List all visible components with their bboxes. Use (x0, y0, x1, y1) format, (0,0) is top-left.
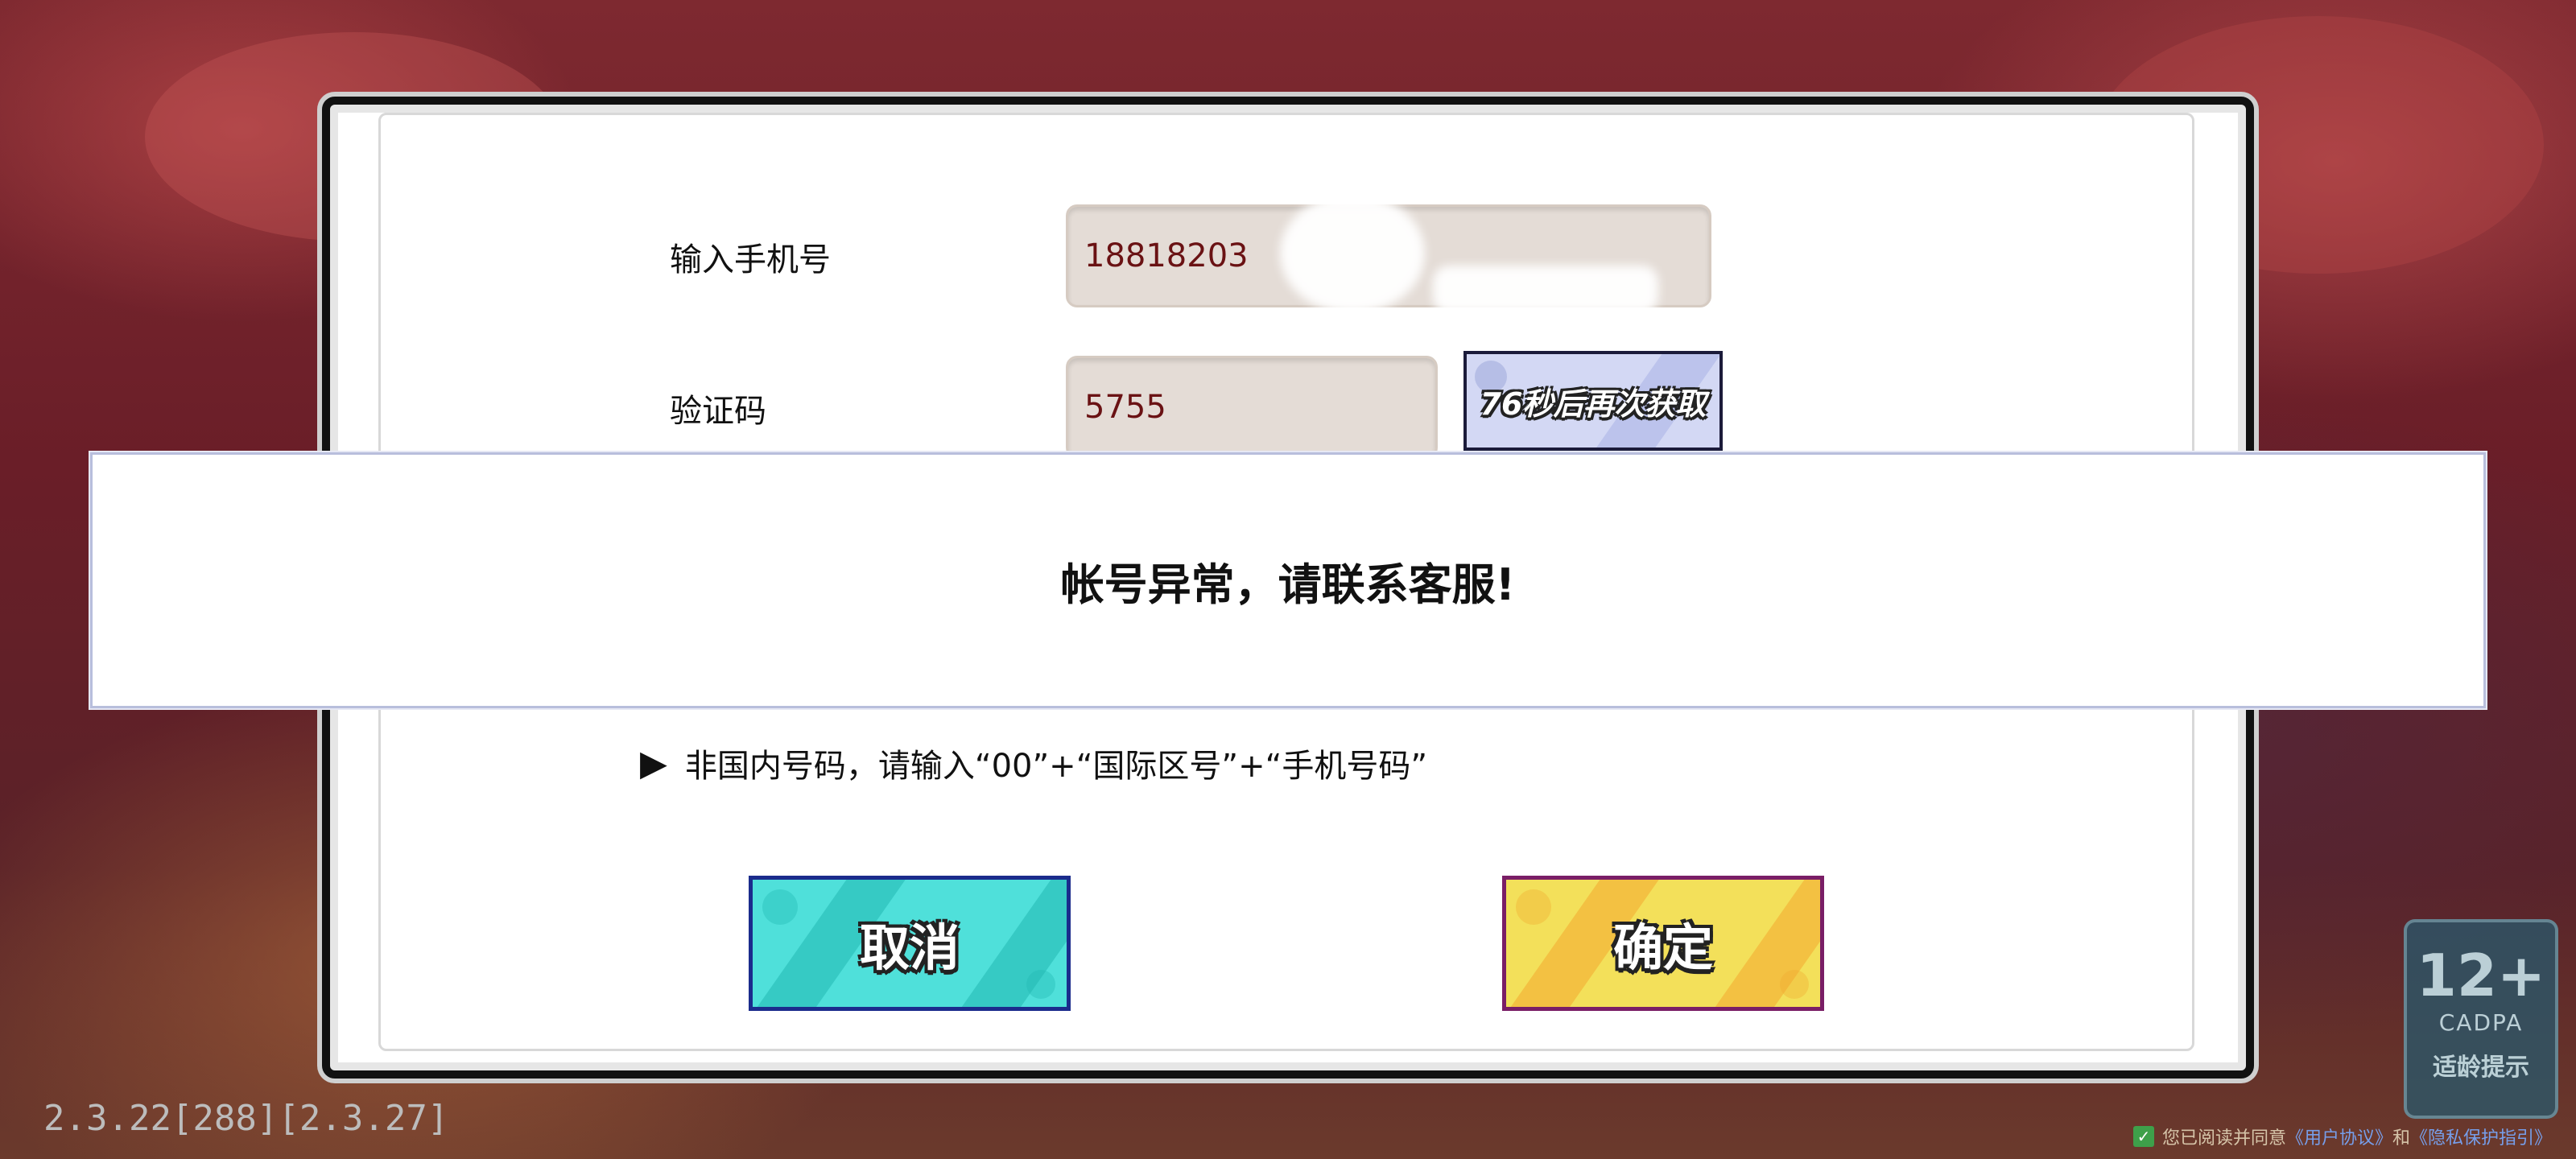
checkbox-checked-icon[interactable]: ✓ (2133, 1126, 2154, 1147)
phone-value: 18818203 (1084, 237, 1249, 274)
resend-code-label: 76秒后再次获取 (1480, 386, 1707, 422)
agreement-line: ✓ 您已阅读并同意 《用户协议》 和 《隐私保护指引》 (2133, 1124, 2552, 1149)
age-rating-tip: 适龄提示 (2433, 1054, 2529, 1082)
code-value: 5755 (1084, 389, 1166, 426)
decor-dot (762, 889, 798, 925)
age-rating-badge[interactable]: 12+ CADPA 适龄提示 (2404, 919, 2558, 1119)
redaction-mask (1280, 193, 1425, 314)
verification-code-input[interactable]: 5755 (1066, 356, 1438, 459)
agreement-prefix: 您已阅读并同意 (2162, 1128, 2287, 1149)
privacy-link[interactable]: 《隐私保护指引》 (2410, 1124, 2552, 1149)
international-hint: ▶ 非国内号码，请输入“00”+“国际区号”+“手机号码” (640, 739, 1427, 787)
hint-text: 非国内号码，请输入“00”+“国际区号”+“手机号码” (684, 748, 1428, 785)
resend-code-button[interactable]: 76秒后再次获取 (1463, 351, 1723, 451)
age-rating-org: CADPA (2438, 1009, 2524, 1036)
age-rating-number: 12+ (2416, 942, 2546, 1009)
alert-message: 帐号异常，请联系客服! (1060, 559, 1516, 610)
user-agreement-link[interactable]: 《用户协议》 (2286, 1124, 2392, 1149)
version-text: 2.3.22[288][2.3.27] (43, 1098, 449, 1139)
redaction-mask (1433, 266, 1658, 314)
code-label: 验证码 (670, 394, 766, 429)
confirm-label: 确定 (1612, 918, 1713, 977)
triangle-right-icon: ▶ (640, 742, 667, 784)
phone-label: 输入手机号 (670, 242, 831, 278)
alert-dialog: 帐号异常，请联系客服! (90, 452, 2486, 708)
cancel-button[interactable]: 取消 (749, 876, 1071, 1011)
cancel-label: 取消 (859, 918, 960, 977)
decor-dot (1516, 889, 1551, 925)
agreement-and: 和 (2392, 1128, 2411, 1149)
confirm-button[interactable]: 确定 (1502, 876, 1824, 1011)
